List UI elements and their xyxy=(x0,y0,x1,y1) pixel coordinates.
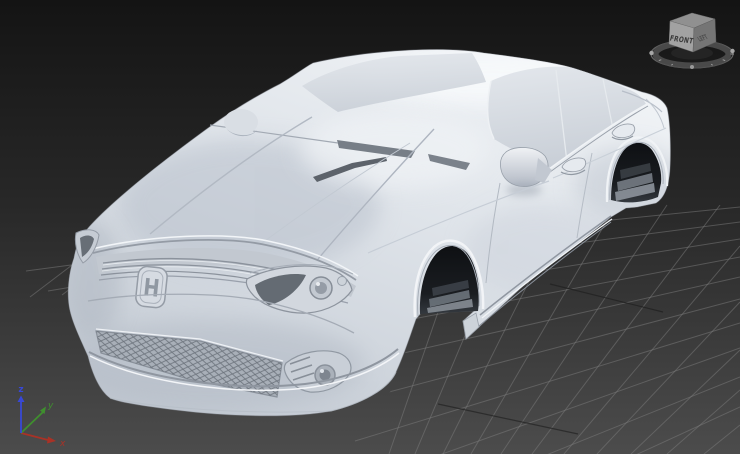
x-axis-label: x xyxy=(59,439,66,449)
viewport-canvas[interactable]: H FRONT LEFT x y z xyxy=(0,0,740,454)
honda-badge: H xyxy=(135,265,168,309)
viewcube[interactable]: FRONT LEFT xyxy=(649,12,735,69)
y-axis xyxy=(20,411,44,434)
badge-letter: H xyxy=(142,274,161,303)
car-model[interactable]: H xyxy=(60,49,685,417)
x-axis-arrow xyxy=(47,436,56,444)
z-axis-arrow xyxy=(17,395,25,402)
x-axis xyxy=(20,432,49,441)
scene-svg: H FRONT LEFT x y z xyxy=(17,12,740,454)
z-axis-label: z xyxy=(18,385,23,395)
y-axis-label: y xyxy=(47,401,54,411)
axis-gizmo: x y z xyxy=(17,385,66,449)
